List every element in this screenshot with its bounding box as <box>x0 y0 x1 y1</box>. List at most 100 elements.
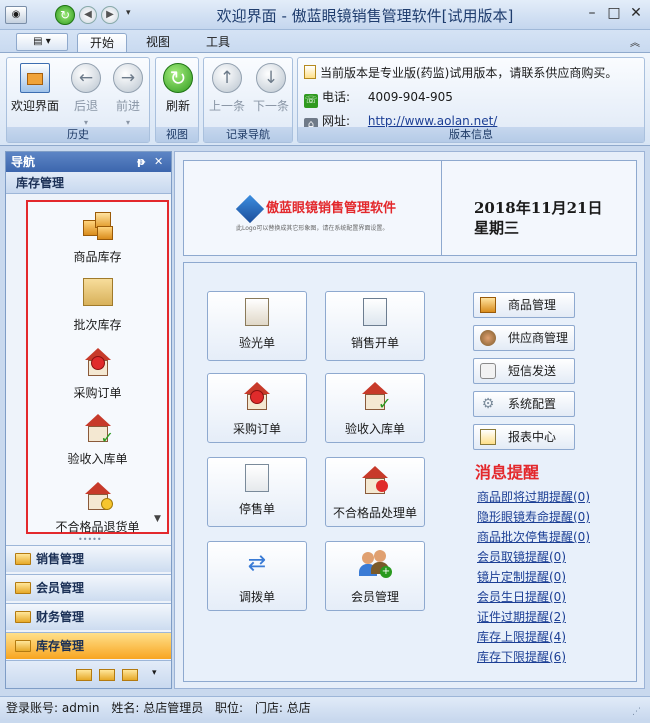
messages-title: 消息提醒 <box>475 463 540 482</box>
message-link-stock-upper[interactable]: 库存上限提醒(4) <box>477 628 566 645</box>
shortcut-button-sms[interactable]: 短信发送 <box>473 358 575 384</box>
refresh-quick-icon[interactable]: ↻ <box>55 5 75 25</box>
splitter-grip[interactable]: ••••• <box>78 535 102 544</box>
title-bar: ◉ ↻ ◀ ▶ ▾ 欢迎界面 - 傲蓝眼镜销售管理软件[试用版本] – □ ✕ <box>0 0 650 30</box>
quick-access-dropdown-icon[interactable]: ▾ <box>126 8 131 18</box>
back-dropdown-icon: ▾ <box>83 118 88 127</box>
nav-item-purchase-order[interactable]: 采购订单 <box>28 346 167 401</box>
function-button-transfer[interactable]: ⇄ 调拨单 <box>207 541 307 611</box>
crate-icon <box>82 278 113 306</box>
category-label: 库存管理 <box>36 639 85 653</box>
message-link-expiring[interactable]: 商品即将过期提醒(0) <box>477 488 590 505</box>
back-quick-icon[interactable]: ◀ <box>79 6 97 24</box>
house-coins-icon <box>81 480 115 512</box>
folder-icon <box>15 582 31 594</box>
refresh-icon: ↻ <box>163 63 193 93</box>
group-version-info: 当前版本是专业版(药监)试用版本，请联系供应商购买。 ☏ 电话: 4009-904… <box>297 57 645 143</box>
collapse-ribbon-icon[interactable]: ︽ <box>630 34 640 49</box>
function-button-prescription[interactable]: 验光单 <box>207 291 307 361</box>
welcome-button[interactable]: 欢迎界面 <box>9 61 61 114</box>
transfer-arrows-icon: ⇄ <box>247 551 267 576</box>
site-link[interactable]: http://www.aolan.net/ <box>368 114 497 128</box>
maximize-icon[interactable]: □ <box>604 5 624 23</box>
welcome-label: 欢迎界面 <box>10 99 59 113</box>
message-link-birthday[interactable]: 会员生日提醒(0) <box>477 588 566 605</box>
up-arrow-icon: ↑ <box>212 63 242 93</box>
shortcut-button-goods[interactable]: 商品管理 <box>473 292 575 318</box>
pin-icon[interactable]: ᵽ <box>137 152 145 172</box>
back-button[interactable]: ← 后退 ▾ <box>63 61 109 128</box>
function-button-receiving[interactable]: ✓ 验收入库单 <box>325 373 425 443</box>
folder-icon[interactable] <box>99 669 115 681</box>
folder-icon[interactable] <box>76 669 92 681</box>
back-arrow-icon: ← <box>71 63 101 93</box>
nav-close-icon[interactable]: ✕ <box>154 152 163 172</box>
folder-icon <box>15 640 31 652</box>
overflow-menu-icon[interactable]: ▾ <box>152 668 157 678</box>
app-menu-button[interactable]: ▤ ▾ <box>16 33 68 51</box>
home-window-icon <box>20 63 50 93</box>
nav-category-members[interactable]: 会员管理 <box>6 574 171 601</box>
house-check-icon: ✓ <box>81 412 115 447</box>
tab-start[interactable]: 开始 <box>77 33 128 52</box>
message-link-custom-lens[interactable]: 镜片定制提醒(0) <box>477 568 566 585</box>
minimize-icon[interactable]: – <box>582 5 602 23</box>
prev-record-button[interactable]: ↑ 上一条 <box>204 61 250 114</box>
forward-arrow-icon: → <box>113 63 143 93</box>
refresh-label: 刷新 <box>165 99 190 113</box>
function-button-stop-sale[interactable]: 停售单 <box>207 457 307 527</box>
nav-category-inventory[interactable]: 库存管理 <box>6 632 171 659</box>
welcome-panel: 傲蓝眼镜销售管理软件 此Logo可以替换成其它形象图，请在系统配置界面设置。 2… <box>174 151 645 689</box>
close-icon[interactable]: ✕ <box>626 5 646 23</box>
group-record-nav-label: 记录导航 <box>204 127 292 142</box>
sheet-coins-icon <box>245 464 269 492</box>
store-value: 总店 <box>286 701 311 715</box>
nav-item-batch-stock[interactable]: 批次库存 <box>28 278 167 333</box>
shortcut-button-reports[interactable]: 报表中心 <box>473 424 575 450</box>
notice-row: 当前版本是专业版(药监)试用版本，请联系供应商购买。 <box>304 64 617 81</box>
store-label: 门店: <box>254 701 283 715</box>
phone-label: 电话: <box>322 90 351 104</box>
forward-button[interactable]: → 前进 ▾ <box>105 61 151 128</box>
scroll-down-icon[interactable]: ▼ <box>154 514 161 524</box>
nav-category-finance[interactable]: 财务管理 <box>6 603 171 630</box>
navigation-pane: 导航 ᵽ ✕ 库存管理 商品库存 批次库存 采购订单 ✓ 验收入库单 不合格品退… <box>5 151 172 689</box>
nav-header: 导航 ᵽ ✕ <box>6 152 171 172</box>
message-link-stock-lower[interactable]: 库存下限提醒(6) <box>477 648 566 665</box>
back-label: 后退 <box>73 99 98 113</box>
function-button-defective-handling[interactable]: 不合格品处理单 <box>325 457 425 527</box>
forward-label: 前进 <box>115 99 140 113</box>
message-link-certificate[interactable]: 证件过期提醒(2) <box>477 608 566 625</box>
forward-quick-icon[interactable]: ▶ <box>101 6 119 24</box>
refresh-button[interactable]: ↻ 刷新 <box>155 61 201 114</box>
nav-item-defective-return[interactable]: 不合格品退货单 <box>28 480 167 535</box>
nav-item-goods-stock[interactable]: 商品库存 <box>28 210 167 265</box>
tab-tools[interactable]: 工具 <box>194 33 242 52</box>
message-link-batch-stop[interactable]: 商品批次停售提醒(0) <box>477 528 590 545</box>
phone-icon: ☏ <box>304 94 318 108</box>
next-record-button[interactable]: ↓ 下一条 <box>248 61 294 114</box>
message-link-contact-lens[interactable]: 隐形眼镜寿命提醒(0) <box>477 508 590 525</box>
function-button-purchase-order[interactable]: 采购订单 <box>207 373 307 443</box>
function-button-member-management[interactable]: + 会员管理 <box>325 541 425 611</box>
report-icon <box>480 429 496 445</box>
app-icon[interactable]: ◉ <box>5 6 27 24</box>
nav-item-receiving[interactable]: ✓ 验收入库单 <box>28 412 167 467</box>
account-value: admin <box>61 701 100 715</box>
nav-category-sales[interactable]: 销售管理 <box>6 545 171 572</box>
sheet-plus-icon <box>363 298 387 326</box>
boxes-icon <box>81 210 115 242</box>
nav-item-label: 验收入库单 <box>67 452 128 466</box>
shortcut-button-supplier[interactable]: 供应商管理 <box>473 325 575 351</box>
tab-view[interactable]: 视图 <box>134 33 182 52</box>
nav-item-label: 商品库存 <box>73 250 122 264</box>
logo-name: 傲蓝眼镜销售管理软件 <box>266 201 397 216</box>
shortcut-button-settings[interactable]: ⚙ 系统配置 <box>473 391 575 417</box>
message-link-pickup[interactable]: 会员取镜提醒(0) <box>477 548 566 565</box>
folder-icon[interactable] <box>122 669 138 681</box>
function-button-sales-order[interactable]: 销售开单 <box>325 291 425 361</box>
function-label: 调拨单 <box>238 590 275 604</box>
function-label: 验光单 <box>238 336 275 350</box>
prev-record-label: 上一条 <box>208 99 245 113</box>
ribbon-tabs: ▤ ▾ 开始 视图 工具 ︽ <box>0 30 650 52</box>
